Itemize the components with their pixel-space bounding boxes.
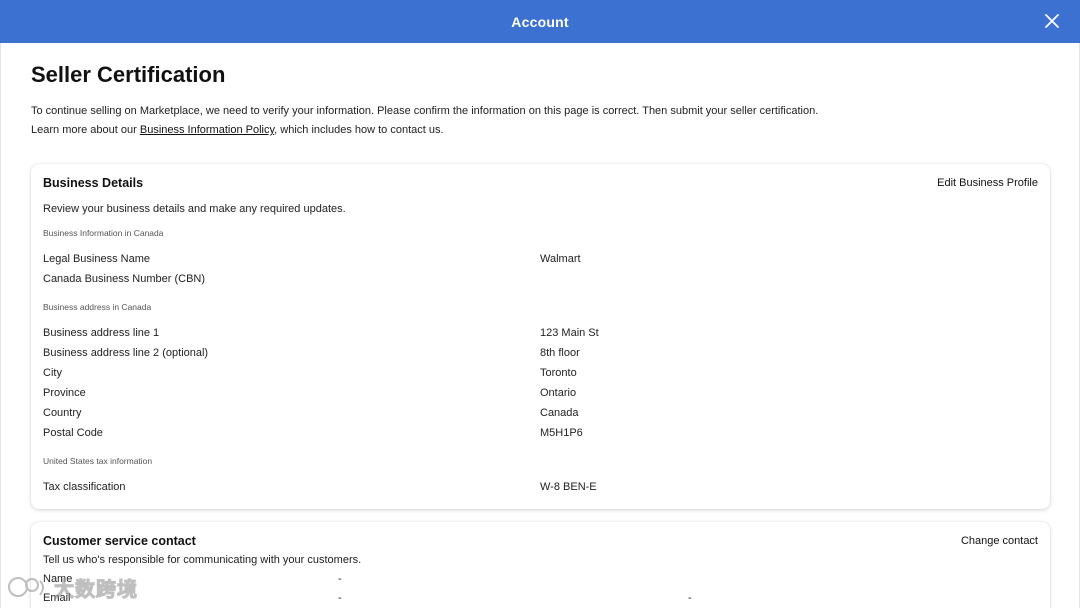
postal-code-label: Postal Code — [43, 427, 103, 439]
tax-section-label: United States tax information — [43, 456, 153, 466]
address-line-2-value: 8th floor — [540, 347, 580, 359]
intro-line-2-prefix: Learn more about our — [31, 124, 140, 136]
business-address-section-label: Business address in Canada — [43, 302, 152, 312]
customer-service-title: Customer service contact — [43, 534, 196, 548]
business-information-policy-link[interactable]: Business Information Policy — [140, 124, 274, 136]
country-label: Country — [43, 407, 82, 419]
intro-text: To continue selling on Marketplace, we n… — [31, 102, 1031, 140]
contact-name-value: - — [338, 573, 342, 585]
business-info-section-label: Business Information in Canada — [43, 228, 164, 238]
cbn-label: Canada Business Number (CBN) — [43, 273, 206, 285]
customer-service-description: Tell us who's responsible for communicat… — [43, 554, 362, 566]
postal-code-value: M5H1P6 — [540, 427, 583, 439]
province-label: Province — [43, 387, 86, 399]
country-value: Canada — [540, 407, 579, 419]
edit-business-profile-link[interactable]: Edit Business Profile — [937, 177, 1038, 189]
intro-line-1: To continue selling on Marketplace, we n… — [31, 105, 819, 117]
intro-line-2-suffix: , which includes how to contact us. — [274, 124, 444, 136]
contact-email-value: - — [338, 592, 342, 604]
province-value: Ontario — [540, 387, 577, 399]
customer-service-card: Customer service contact Change contact … — [31, 522, 1050, 608]
contact-email-secondary-value: - — [688, 592, 692, 604]
tax-classification-label: Tax classification — [43, 481, 126, 493]
city-value: Toronto — [540, 367, 577, 379]
address-line-1-label: Business address line 1 — [43, 327, 160, 339]
change-contact-link[interactable]: Change contact — [961, 535, 1038, 547]
watermark: 大数跨境 — [6, 572, 138, 602]
watermark-text: 大数跨境 — [54, 578, 138, 601]
watermark-logo-icon — [8, 577, 44, 597]
address-line-1-value: 123 Main St — [540, 327, 599, 339]
modal-title: Account — [511, 13, 569, 30]
legal-business-name-value: Walmart — [540, 253, 581, 265]
tax-classification-value: W-8 BEN-E — [540, 481, 597, 493]
business-details-card: Business Details Edit Business Profile R… — [31, 164, 1050, 509]
intro-line-2: Learn more about our Business Informatio… — [31, 121, 1031, 140]
close-icon[interactable] — [1044, 13, 1060, 29]
city-label: City — [43, 367, 62, 379]
business-details-description: Review your business details and make an… — [43, 203, 346, 215]
modal-header: Account — [0, 0, 1080, 43]
business-details-title: Business Details — [43, 176, 144, 190]
page-title: Seller Certification — [31, 62, 226, 87]
address-line-2-label: Business address line 2 (optional) — [43, 347, 209, 359]
legal-business-name-label: Legal Business Name — [43, 253, 151, 265]
